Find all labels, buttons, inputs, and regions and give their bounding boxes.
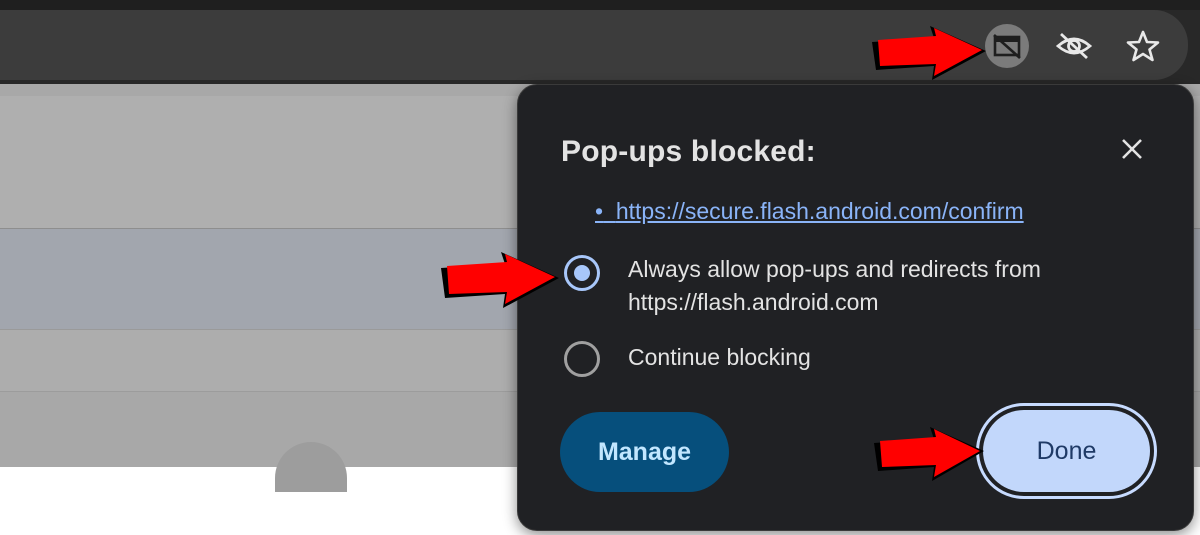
star-icon[interactable] [1121,24,1165,68]
bullet: • [595,198,604,224]
always-allow-url-label[interactable]: https://flash.android.com [628,286,879,319]
annotation-arrow-icon [441,252,559,308]
manage-button[interactable]: Manage [560,412,729,492]
window-top-strip [0,0,1200,10]
radio-always-allow[interactable] [564,255,600,291]
eye-slash-icon[interactable] [1052,24,1096,68]
always-allow-label[interactable]: Always allow pop-ups and redirects from [628,253,1041,286]
annotation-arrow-icon [872,26,986,80]
radio-selected-dot [574,265,590,281]
blocked-popup-link[interactable]: • https://secure.flash.android.com/confi… [595,198,1024,225]
radio-continue-blocking[interactable] [564,341,600,377]
close-icon[interactable] [1115,132,1149,166]
done-button[interactable]: Done [983,410,1150,492]
popup-blocked-icon[interactable] [985,24,1029,68]
annotation-arrow-icon [874,427,984,481]
popups-blocked-dialog: Pop-ups blocked: • https://secure.flash.… [517,84,1194,531]
dialog-title: Pop-ups blocked: [561,135,816,168]
blocked-url: https://secure.flash.android.com/confirm [615,198,1024,224]
continue-blocking-label[interactable]: Continue blocking [628,341,811,374]
